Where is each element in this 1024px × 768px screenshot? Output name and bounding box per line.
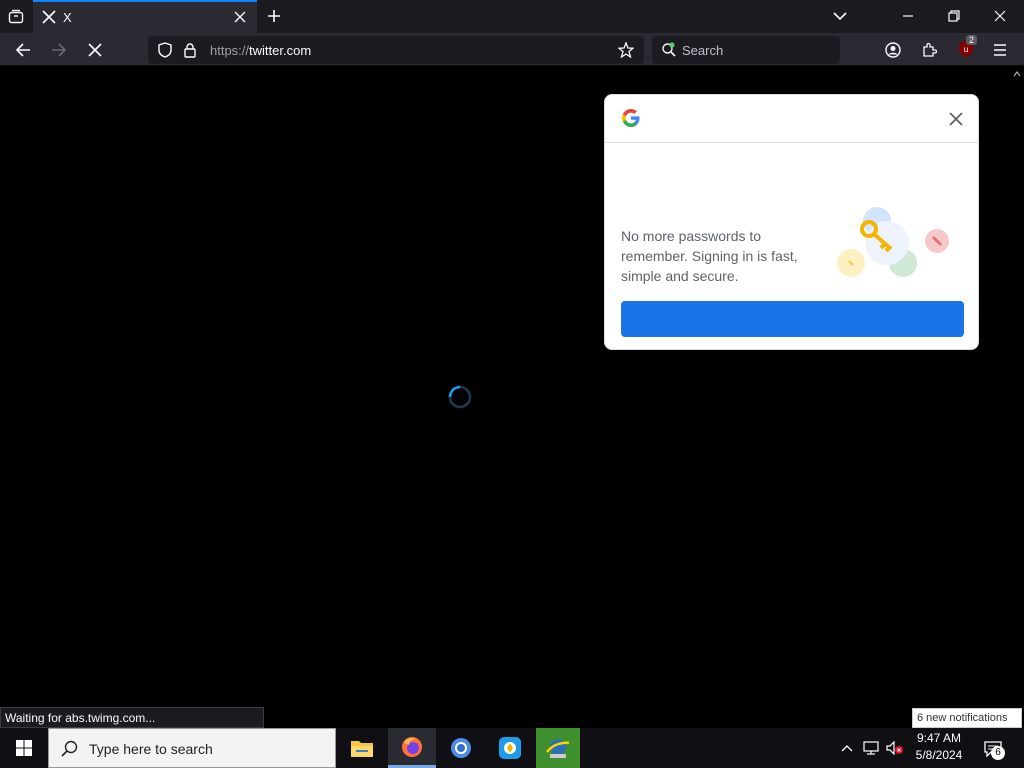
loading-spinner-icon	[448, 385, 472, 409]
clock-date: 5/8/2024	[915, 748, 963, 762]
show-hidden-icons-icon[interactable]	[838, 738, 856, 758]
file-explorer-app[interactable]	[338, 728, 386, 768]
keys-illustration-icon	[831, 201, 955, 281]
tab-x[interactable]: X	[33, 0, 257, 33]
ublock-origin-icon[interactable]: u 2	[954, 35, 978, 61]
tab-list-icon[interactable]	[6, 7, 26, 27]
taskbar: Type here to search 9:47 AM 5/8/2024 6	[0, 728, 1024, 768]
tab-strip: X	[0, 0, 1024, 33]
firefox-icon	[402, 736, 422, 757]
clock[interactable]: 9:47 AM 5/8/2024	[910, 731, 968, 762]
status-text: Waiting for abs.twimg.com...	[0, 707, 264, 728]
action-center-icon[interactable]: 6	[978, 736, 1008, 762]
stop-loading-icon[interactable]	[84, 39, 106, 61]
url-scheme: https://	[210, 43, 250, 58]
tab-title: X	[63, 10, 72, 25]
back-icon[interactable]	[12, 39, 34, 61]
close-popup-icon[interactable]	[945, 108, 967, 130]
search-bar[interactable]: Search	[652, 36, 840, 64]
google-signin-popup: No more passwords to remember. Signing i…	[604, 94, 979, 350]
search-placeholder: Search	[682, 43, 724, 58]
extension-badge: 2	[966, 35, 978, 45]
file-explorer-icon	[351, 741, 373, 757]
start-button[interactable]	[0, 728, 48, 768]
chrome-icon	[451, 738, 471, 758]
restore-icon[interactable]	[944, 6, 964, 26]
tracking-protection-shield-icon[interactable]	[156, 41, 174, 59]
url-text[interactable]: https://twitter.com	[210, 43, 311, 58]
extensions-icon[interactable]	[918, 39, 940, 61]
volume-muted-icon[interactable]	[884, 738, 906, 758]
svg-text:u: u	[964, 45, 968, 54]
minimize-icon[interactable]	[898, 6, 918, 26]
close-window-icon[interactable]	[990, 6, 1010, 26]
popup-message: No more passwords to remember. Signing i…	[621, 228, 798, 284]
menu-hamburger-icon[interactable]	[990, 39, 1010, 61]
app-icon	[499, 737, 521, 759]
scrollbar[interactable]	[1010, 67, 1024, 728]
url-bar[interactable]: https://twitter.com	[148, 36, 644, 64]
search-engine-icon	[660, 41, 678, 59]
taskbar-search-placeholder: Type here to search	[89, 741, 213, 757]
list-all-tabs-icon[interactable]	[830, 6, 850, 26]
search-icon	[61, 740, 78, 757]
nav-bar: https://twitter.com Search u 2	[0, 33, 1024, 66]
google-g-icon	[621, 108, 641, 128]
windows-logo-icon	[16, 740, 32, 756]
network-app[interactable]	[536, 728, 580, 768]
notification-count-badge: 6	[991, 746, 1005, 760]
pinned-app[interactable]	[486, 728, 534, 768]
new-tab-icon[interactable]	[264, 6, 284, 26]
chrome-app[interactable]	[437, 728, 485, 768]
lock-icon[interactable]	[182, 41, 198, 59]
taskbar-search-box[interactable]: Type here to search	[48, 728, 336, 768]
account-icon[interactable]	[882, 39, 904, 61]
firefox-app[interactable]	[388, 728, 436, 768]
notification-tooltip: 6 new notifications	[912, 708, 1022, 728]
network-app-icon	[546, 739, 570, 758]
url-host: twitter.com	[249, 43, 312, 58]
continue-button[interactable]	[621, 301, 964, 337]
bookmark-star-icon[interactable]	[616, 41, 636, 59]
x-logo-icon	[41, 8, 57, 26]
forward-icon[interactable]	[48, 39, 70, 61]
network-icon[interactable]	[860, 738, 882, 758]
scroll-up-icon[interactable]	[1012, 69, 1022, 79]
popup-header	[605, 95, 978, 143]
clock-time: 9:47 AM	[916, 731, 962, 745]
close-tab-icon[interactable]	[231, 8, 249, 26]
